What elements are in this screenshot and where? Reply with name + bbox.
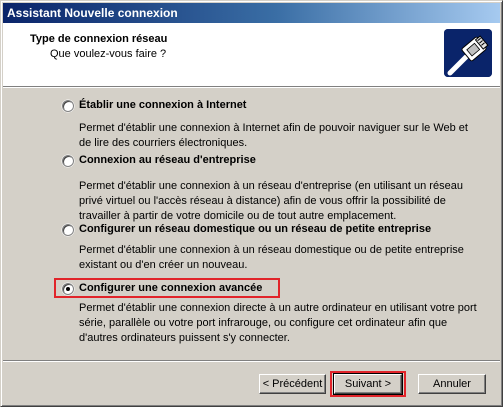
wizard-header: Type de connexion réseau Que voulez-vous…	[3, 23, 500, 86]
window-title: Assistant Nouvelle connexion	[7, 6, 178, 20]
option-home-network-description: Permet d'établir une connexion à un rése…	[79, 244, 464, 271]
radio-advanced[interactable]	[62, 283, 74, 295]
footer-divider-highlight	[3, 361, 500, 362]
option-workplace-label[interactable]: Connexion au réseau d'entreprise	[79, 154, 256, 166]
header-subtitle: Que voulez-vous faire ?	[50, 48, 167, 60]
title-bar[interactable]: Assistant Nouvelle connexion	[3, 3, 500, 23]
header-divider-highlight	[3, 87, 500, 88]
next-button[interactable]: Suivant >	[333, 373, 403, 395]
option-internet-description: Permet d'établir une connexion à Interne…	[79, 122, 468, 149]
back-button[interactable]: < Précédent	[259, 374, 326, 394]
cancel-button[interactable]: Annuler	[418, 374, 486, 394]
network-cable-icon	[444, 29, 492, 77]
radio-home-network[interactable]	[62, 224, 74, 236]
option-home-network-label[interactable]: Configurer un réseau domestique ou un ré…	[79, 223, 431, 235]
option-internet-label[interactable]: Établir une connexion à Internet	[79, 99, 246, 111]
option-workplace-description: Permet d'établir une connexion à un rése…	[79, 180, 463, 222]
option-advanced-label[interactable]: Configurer une connexion avancée	[79, 282, 262, 294]
wizard-window: Assistant Nouvelle connexion Type de con…	[0, 0, 503, 407]
header-title: Type de connexion réseau	[30, 33, 168, 45]
radio-internet[interactable]	[62, 100, 74, 112]
option-advanced-description: Permet d'établir une connexion directe à…	[79, 302, 477, 344]
radio-workplace[interactable]	[62, 155, 74, 167]
